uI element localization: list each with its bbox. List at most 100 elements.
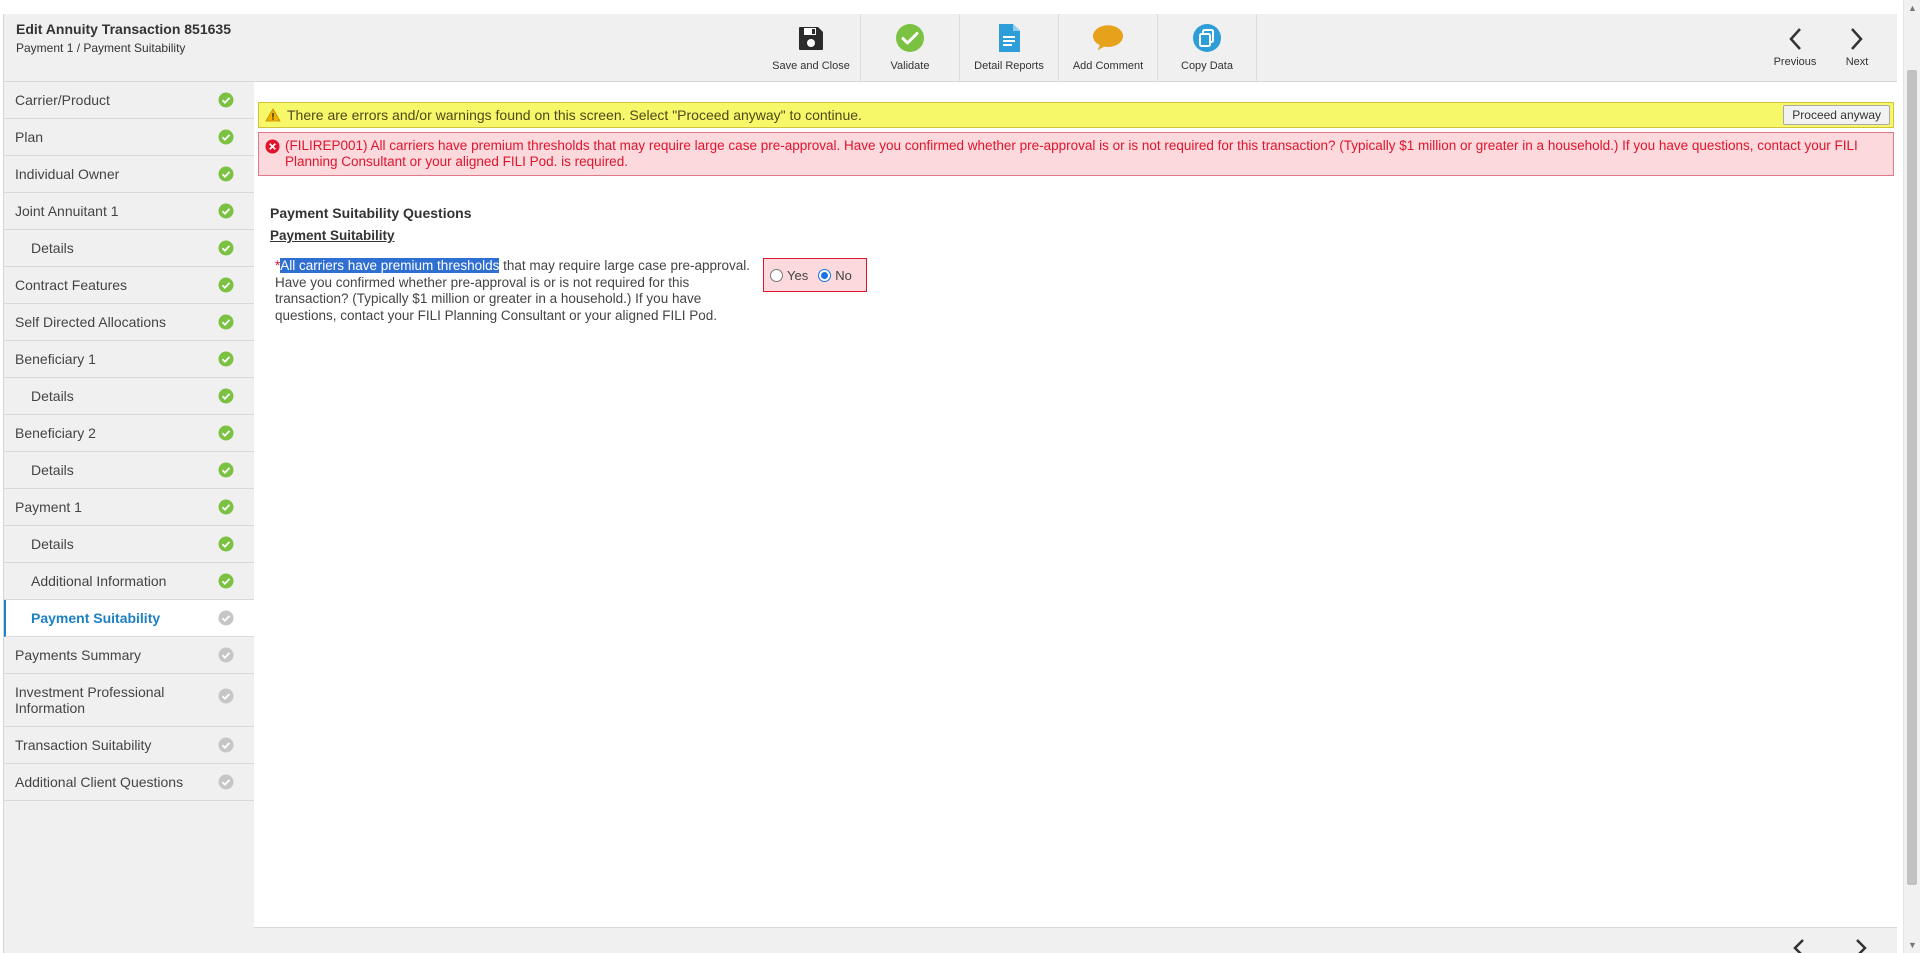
header: Edit Annuity Transaction 851635 Payment …	[4, 14, 1897, 82]
chevron-right-icon	[1850, 26, 1864, 52]
sidebar-item-payment-1[interactable]: Payment 1	[4, 489, 254, 526]
sidebar-item-beneficiary-1[interactable]: Beneficiary 1	[4, 341, 254, 378]
sidebar: Carrier/Product Plan Individual Owner Jo…	[4, 82, 254, 953]
sidebar-item-label: Details	[31, 462, 74, 478]
sidebar-item-contract-features[interactable]: Contract Features	[4, 267, 254, 304]
sidebar-item-beneficiary-2-details[interactable]: Details	[4, 452, 254, 489]
radio-no-label: No	[835, 267, 852, 283]
check-circle-icon	[218, 314, 234, 330]
check-circle-icon	[218, 499, 234, 515]
bottom-nav-bar	[254, 927, 1897, 953]
check-circle-icon	[218, 647, 234, 663]
sidebar-item-carrier-product[interactable]: Carrier/Product	[4, 82, 254, 119]
comment-bubble-icon	[1092, 22, 1124, 54]
pre-approval-radio-group: Yes No	[763, 258, 867, 292]
chevron-right-icon[interactable]	[1851, 936, 1871, 953]
page-title: Edit Annuity Transaction 851635	[16, 21, 231, 37]
sidebar-item-label: Details	[31, 388, 74, 404]
page-scrollbar[interactable]: ▲ ▼	[1903, 0, 1920, 953]
sidebar-item-label: Payment 1	[15, 499, 82, 515]
toolbar: Save and Close Validate Detail Reports A…	[762, 14, 1257, 82]
validate-button[interactable]: Validate	[861, 14, 960, 82]
check-circle-icon	[218, 351, 234, 367]
sidebar-item-additional-information[interactable]: Additional Information	[4, 563, 254, 600]
next-label: Next	[1845, 56, 1869, 68]
check-circle-icon	[218, 610, 234, 626]
add-comment-button[interactable]: Add Comment	[1059, 14, 1158, 82]
check-circle-icon	[218, 774, 234, 790]
sidebar-item-label: Self Directed Allocations	[15, 314, 166, 330]
radio-yes-button[interactable]	[770, 268, 783, 282]
check-circle-icon	[218, 462, 234, 478]
check-circle-icon	[218, 688, 234, 704]
sidebar-item-label: Individual Owner	[15, 166, 120, 182]
sidebar-item-label: Details	[31, 240, 74, 256]
copy-data-label: Copy Data	[1181, 60, 1233, 72]
warning-text: There are errors and/or warnings found o…	[287, 107, 862, 123]
check-circle-icon	[894, 22, 926, 54]
sidebar-item-investment-professional-information[interactable]: Investment Professional Information	[4, 674, 254, 727]
detail-reports-button[interactable]: Detail Reports	[960, 14, 1059, 82]
question-text: *All carriers have premium thresholds th…	[275, 258, 755, 324]
save-and-close-button[interactable]: Save and Close	[762, 14, 861, 82]
scroll-up-arrow-icon[interactable]: ▲	[1904, 0, 1920, 16]
sidebar-item-label: Joint Annuitant 1	[15, 203, 119, 219]
sidebar-item-label: Payment Suitability	[31, 610, 161, 626]
check-circle-icon	[218, 536, 234, 552]
sidebar-item-label: Additional Client Questions	[15, 774, 184, 790]
previous-label: Previous	[1773, 56, 1817, 68]
check-circle-icon	[218, 425, 234, 441]
sidebar-item-label: Investment Professional Information	[15, 684, 165, 716]
sidebar-item-joint-annuitant-details[interactable]: Details	[4, 230, 254, 267]
error-text: (FILIREP001) All carriers have premium t…	[285, 138, 1858, 169]
warning-triangle-icon	[265, 108, 281, 122]
radio-yes-label: Yes	[787, 267, 809, 283]
previous-button[interactable]: Previous	[1767, 14, 1823, 82]
selected-text: All carriers have premium thresholds	[280, 258, 500, 273]
sidebar-item-label: Details	[31, 536, 74, 552]
check-circle-icon	[218, 388, 234, 404]
sidebar-item-additional-client-questions[interactable]: Additional Client Questions	[4, 764, 254, 801]
sidebar-item-payment-suitability[interactable]: Payment Suitability	[4, 600, 254, 637]
breadcrumb: Payment 1 / Payment Suitability	[16, 41, 186, 55]
sidebar-item-individual-owner[interactable]: Individual Owner	[4, 156, 254, 193]
section-subtitle: Payment Suitability	[270, 228, 395, 243]
validate-label: Validate	[890, 60, 930, 72]
sidebar-item-label: Additional Information	[31, 573, 167, 589]
check-circle-icon	[218, 240, 234, 256]
sidebar-item-payment-1-details[interactable]: Details	[4, 526, 254, 563]
sidebar-item-payments-summary[interactable]: Payments Summary	[4, 637, 254, 674]
next-button[interactable]: Next	[1829, 14, 1885, 82]
sidebar-item-self-directed-allocations[interactable]: Self Directed Allocations	[4, 304, 254, 341]
scroll-down-arrow-icon[interactable]: ▼	[1904, 937, 1920, 953]
sidebar-item-beneficiary-2[interactable]: Beneficiary 2	[4, 415, 254, 452]
sidebar-item-label: Contract Features	[15, 277, 128, 293]
sidebar-item-plan[interactable]: Plan	[4, 119, 254, 156]
section-title: Payment Suitability Questions	[270, 205, 472, 221]
radio-no[interactable]: No	[818, 268, 852, 283]
check-circle-icon	[218, 277, 234, 293]
sidebar-item-beneficiary-1-details[interactable]: Details	[4, 378, 254, 415]
check-circle-icon	[218, 573, 234, 589]
copy-data-button[interactable]: Copy Data	[1158, 14, 1257, 82]
sidebar-item-label: Plan	[15, 129, 44, 145]
sidebar-item-label: Carrier/Product	[15, 92, 110, 108]
copy-icon	[1191, 22, 1223, 54]
check-circle-icon	[218, 92, 234, 108]
document-icon	[993, 22, 1025, 54]
check-circle-icon	[218, 203, 234, 219]
main-content: There are errors and/or warnings found o…	[254, 82, 1897, 927]
radio-no-button[interactable]	[818, 268, 832, 282]
check-circle-icon	[218, 737, 234, 753]
sidebar-item-transaction-suitability[interactable]: Transaction Suitability	[4, 727, 254, 764]
chevron-left-icon	[1788, 26, 1802, 52]
check-circle-icon	[218, 166, 234, 182]
warning-banner: There are errors and/or warnings found o…	[258, 102, 1894, 128]
error-x-circle-icon	[265, 139, 280, 154]
sidebar-item-joint-annuitant-1[interactable]: Joint Annuitant 1	[4, 193, 254, 230]
check-circle-icon	[218, 129, 234, 145]
chevron-left-icon[interactable]	[1789, 936, 1809, 953]
radio-yes[interactable]: Yes	[770, 268, 808, 283]
proceed-anyway-button[interactable]: Proceed anyway	[1783, 105, 1890, 125]
scrollbar-thumb[interactable]	[1907, 70, 1917, 885]
